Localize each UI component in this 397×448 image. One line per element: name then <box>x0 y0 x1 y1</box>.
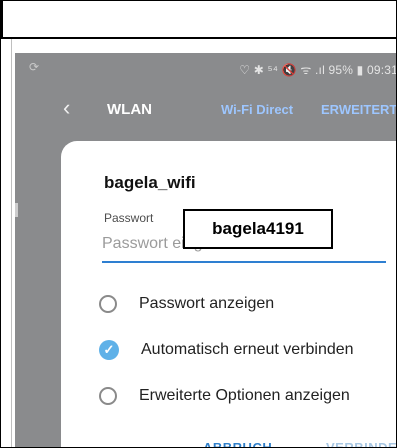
connect-button[interactable]: VERBINDEN <box>326 440 396 447</box>
wifi-direct-button[interactable]: Wi-Fi Direct <box>221 102 293 117</box>
auto-reconnect-option[interactable]: ✓ Automatisch erneut verbinden <box>99 334 389 366</box>
password-label: Passwort <box>104 211 154 225</box>
page-title: WLAN <box>107 101 152 118</box>
option-label: Automatisch erneut verbinden <box>141 341 354 358</box>
list-indicator <box>15 203 18 217</box>
advanced-options-option[interactable]: Erweiterte Optionen anzeigen <box>99 380 389 412</box>
top-blank-area <box>3 1 396 39</box>
option-label: Erweiterte Optionen anzeigen <box>139 387 350 404</box>
status-icons: ♡ ✱ ⁵⁴ 🔇 ᯤ .ıl 95% ▮ 09:31 <box>239 63 397 77</box>
password-annotation-box: bagela4191 <box>183 209 333 249</box>
app-bar: ‹ WLAN Wi-Fi Direct ERWEITERT <box>15 87 396 131</box>
status-bar: ⟳ ♡ ✱ ⁵⁴ 🔇 ᯤ .ıl 95% ▮ 09:31 <box>15 53 397 83</box>
advanced-button[interactable]: ERWEITERT <box>321 102 396 117</box>
sync-icon: ⟳ <box>29 60 40 74</box>
cancel-button[interactable]: ABBRUCH <box>203 440 272 447</box>
left-margin <box>1 39 12 447</box>
wifi-connect-dialog: bagela_wifi Passwort Passwort anzeigen ✓… <box>61 141 396 447</box>
check-circle-icon[interactable]: ✓ <box>99 340 119 360</box>
radio-unchecked-icon[interactable] <box>99 295 117 313</box>
network-name: bagela_wifi <box>104 173 196 192</box>
top-border-band <box>1 1 396 39</box>
screenshot-frame: ⟳ ♡ ✱ ⁵⁴ 🔇 ᯤ .ıl 95% ▮ 09:31 ‹ WLAN Wi-F… <box>0 0 397 448</box>
show-password-option[interactable]: Passwort anzeigen <box>99 288 389 320</box>
radio-unchecked-icon[interactable] <box>99 387 117 405</box>
option-label: Passwort anzeigen <box>139 295 275 312</box>
phone-screen: ⟳ ♡ ✱ ⁵⁴ 🔇 ᯤ .ıl 95% ▮ 09:31 ‹ WLAN Wi-F… <box>15 53 397 447</box>
back-chevron-icon[interactable]: ‹ <box>63 97 79 119</box>
